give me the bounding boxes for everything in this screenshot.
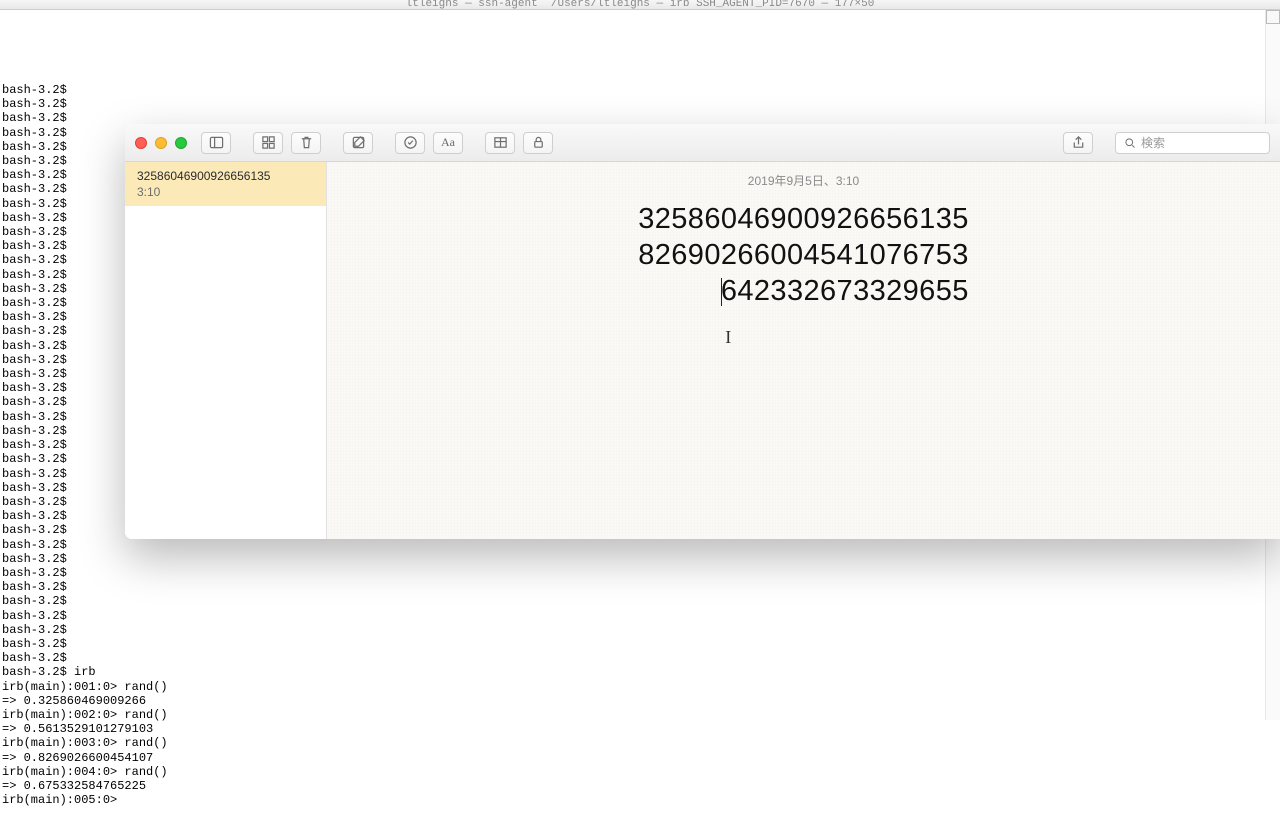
terminal-prompt-line: bash-3.2$ xyxy=(0,594,1280,608)
terminal-prompt-line: bash-3.2$ xyxy=(0,97,1280,111)
search-input[interactable]: 検索 xyxy=(1115,132,1270,154)
note-item-time: 3:10 xyxy=(137,185,314,199)
search-placeholder: 検索 xyxy=(1141,134,1165,151)
note-line-3: 642332673329655 xyxy=(638,273,969,309)
window-controls xyxy=(135,137,187,149)
sidebar-icon xyxy=(209,135,224,150)
terminal-line: bash-3.2$ irb xyxy=(0,665,1280,679)
terminal-prompt-line: bash-3.2$ xyxy=(0,609,1280,623)
terminal-prompt-line: bash-3.2$ xyxy=(0,83,1280,97)
terminal-titlebar: ltleighs — ssh-agent /Users/ltleighs — i… xyxy=(0,0,1280,10)
minimize-button[interactable] xyxy=(155,137,167,149)
compose-icon xyxy=(351,135,366,150)
note-editor[interactable]: 2019年9月5日、3:10 32586046900926656135 8269… xyxy=(327,162,1280,539)
note-content[interactable]: 32586046900926656135 8269026600454107675… xyxy=(638,201,969,309)
terminal-prompt-line: bash-3.2$ xyxy=(0,637,1280,651)
close-button[interactable] xyxy=(135,137,147,149)
check-circle-icon xyxy=(403,135,418,150)
checklist-button[interactable] xyxy=(395,132,425,154)
terminal-line: => 0.675332584765225 xyxy=(0,779,1280,793)
terminal-prompt-line: bash-3.2$ xyxy=(0,538,1280,552)
note-line-2: 82690266004541076753 xyxy=(638,237,969,273)
text-caret xyxy=(721,278,722,306)
notes-window: Aa 検索 32586046900926656135 3:10 2019年9月5… xyxy=(125,124,1280,539)
grid-icon xyxy=(261,135,276,150)
lock-icon xyxy=(531,135,546,150)
terminal-line: irb(main):002:0> rand() xyxy=(0,708,1280,722)
note-date: 2019年9月5日、3:10 xyxy=(748,172,859,189)
terminal-line: irb(main):005:0> xyxy=(0,793,1280,807)
terminal-title: ltleighs — ssh-agent /Users/ltleighs — i… xyxy=(406,0,875,10)
trash-icon xyxy=(299,135,314,150)
lock-button[interactable] xyxy=(523,132,553,154)
terminal-line: => 0.8269026600454107 xyxy=(0,751,1280,765)
terminal-line: irb(main):001:0> rand() xyxy=(0,680,1280,694)
delete-note-button[interactable] xyxy=(291,132,321,154)
table-icon xyxy=(493,135,508,150)
sidebar-toggle-button[interactable] xyxy=(201,132,231,154)
ibeam-cursor-icon: I xyxy=(725,319,731,355)
terminal-prompt-line: bash-3.2$ xyxy=(0,623,1280,637)
terminal-line: irb(main):004:0> rand() xyxy=(0,765,1280,779)
search-icon xyxy=(1124,137,1136,149)
notes-list[interactable]: 32586046900926656135 3:10 xyxy=(125,162,327,539)
terminal-line: => 0.5613529101279103 xyxy=(0,722,1280,736)
new-note-button[interactable] xyxy=(343,132,373,154)
note-item-title: 32586046900926656135 xyxy=(137,169,314,183)
share-icon xyxy=(1071,135,1086,150)
terminal-line: irb(main):003:0> rand() xyxy=(0,736,1280,750)
notes-titlebar[interactable]: Aa 検索 xyxy=(125,124,1280,162)
text-format-icon: Aa xyxy=(441,135,455,150)
gallery-view-button[interactable] xyxy=(253,132,283,154)
table-button[interactable] xyxy=(485,132,515,154)
zoom-button[interactable] xyxy=(175,137,187,149)
note-list-item[interactable]: 32586046900926656135 3:10 xyxy=(125,162,326,206)
terminal-prompt-line: bash-3.2$ xyxy=(0,580,1280,594)
terminal-line: => 0.325860469009266 xyxy=(0,694,1280,708)
terminal-prompt-line: bash-3.2$ xyxy=(0,566,1280,580)
note-line-1: 32586046900926656135 xyxy=(638,201,969,237)
terminal-prompt-line: bash-3.2$ xyxy=(0,552,1280,566)
terminal-prompt-line: bash-3.2$ xyxy=(0,651,1280,665)
format-button[interactable]: Aa xyxy=(433,132,463,154)
share-button[interactable] xyxy=(1063,132,1093,154)
terminal-scrollbar-thumb[interactable] xyxy=(1266,10,1280,24)
